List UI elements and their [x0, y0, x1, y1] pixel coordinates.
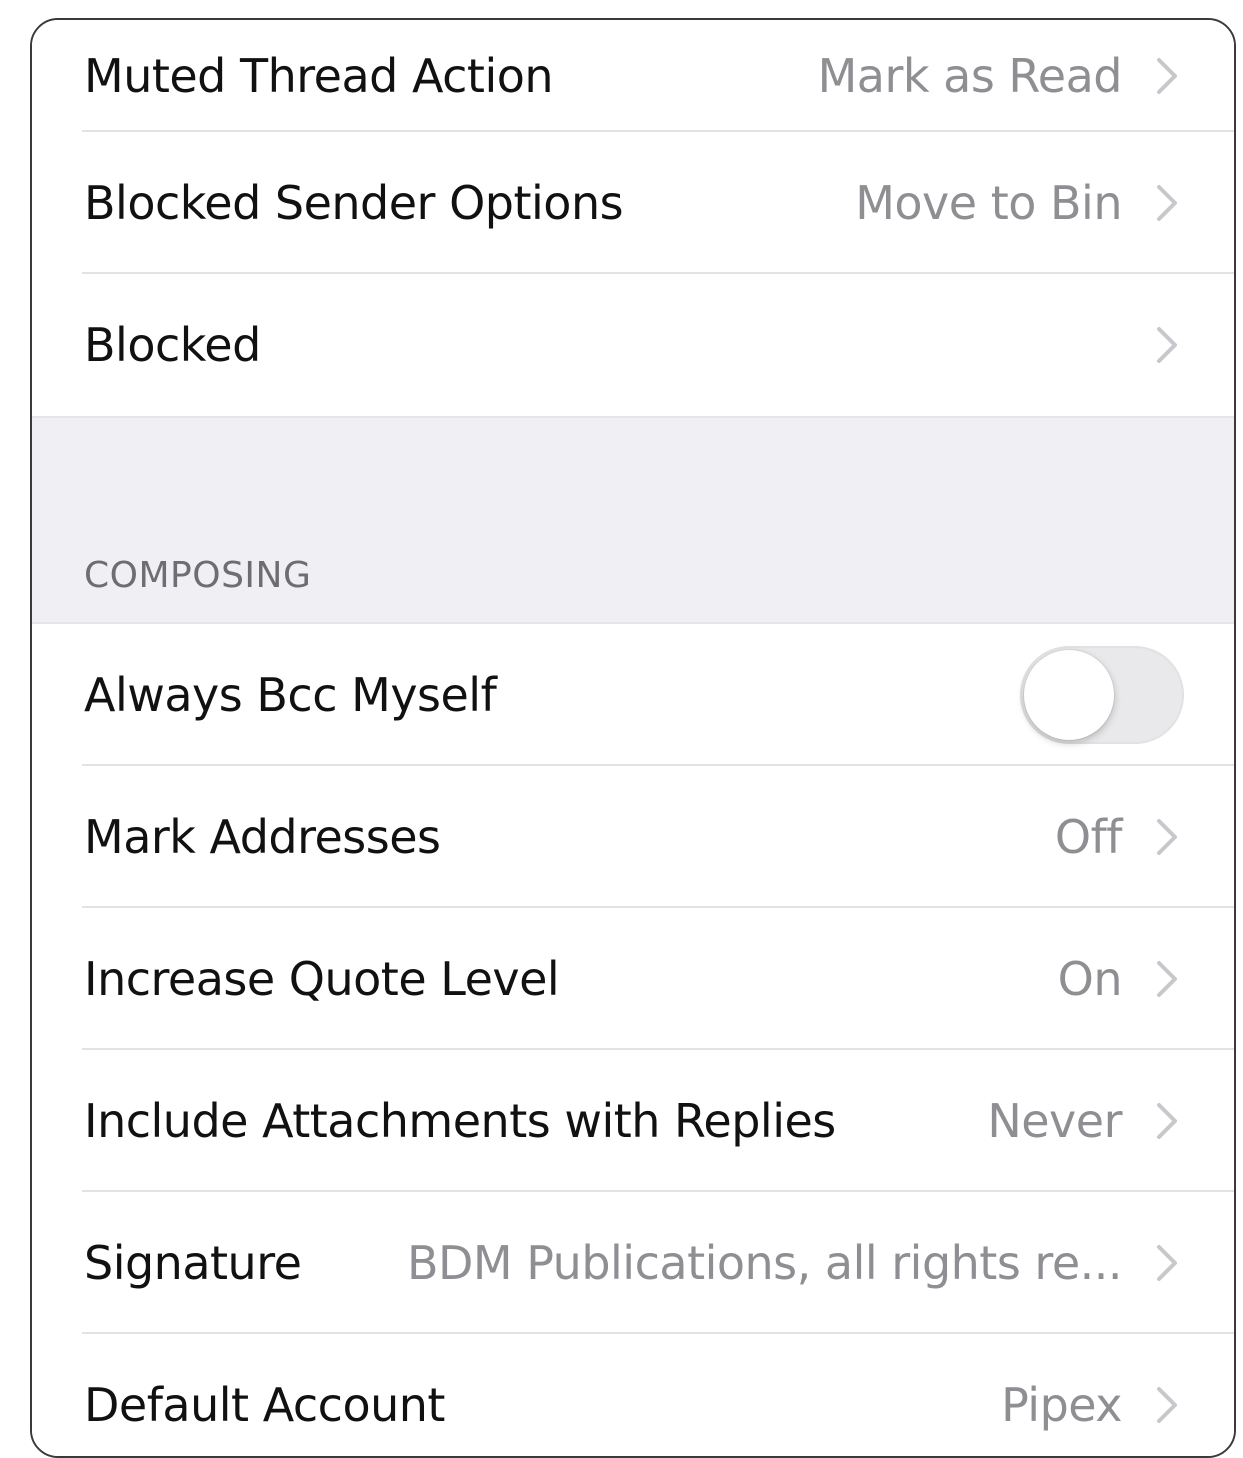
- row-label: Default Account: [84, 1378, 445, 1432]
- chevron-right-icon: [1152, 56, 1182, 96]
- row-label: Always Bcc Myself: [84, 668, 497, 722]
- row-value: BDM Publications, all rights re...: [406, 1236, 1123, 1290]
- chevron-right-icon: [1152, 325, 1182, 365]
- toggle-knob: [1024, 650, 1114, 740]
- row-default-account[interactable]: Default Account Pipex: [32, 1334, 1234, 1456]
- chevron-right-icon: [1152, 959, 1182, 999]
- row-value: Never: [987, 1094, 1122, 1148]
- row-blocked-sender-options[interactable]: Blocked Sender Options Move to Bin: [32, 132, 1234, 274]
- row-value: Off: [1054, 810, 1123, 864]
- section-header: COMPOSING: [84, 555, 312, 596]
- row-signature[interactable]: Signature BDM Publications, all rights r…: [32, 1192, 1234, 1334]
- row-label: Increase Quote Level: [84, 952, 560, 1006]
- row-blocked[interactable]: Blocked: [32, 274, 1234, 416]
- chevron-right-icon: [1152, 817, 1182, 857]
- row-value: Mark as Read: [817, 49, 1123, 103]
- chevron-right-icon: [1152, 1101, 1182, 1141]
- row-value: Pipex: [1001, 1378, 1122, 1432]
- row-label: Muted Thread Action: [84, 49, 554, 103]
- always-bcc-toggle[interactable]: [1020, 646, 1184, 744]
- chevron-right-icon: [1152, 1385, 1182, 1425]
- chevron-right-icon: [1152, 183, 1182, 223]
- section-composing: COMPOSING: [32, 416, 1234, 624]
- row-label: Signature: [84, 1236, 302, 1290]
- row-muted-thread-action[interactable]: Muted Thread Action Mark as Read: [32, 20, 1234, 132]
- row-always-bcc-myself: Always Bcc Myself: [32, 624, 1234, 766]
- row-value: Move to Bin: [855, 176, 1122, 230]
- row-mark-addresses[interactable]: Mark Addresses Off: [32, 766, 1234, 908]
- row-label: Blocked: [84, 318, 261, 372]
- row-label: Mark Addresses: [84, 810, 441, 864]
- row-label: Include Attachments with Replies: [84, 1094, 836, 1148]
- settings-panel: Muted Thread Action Mark as Read Blocked…: [30, 18, 1236, 1458]
- row-include-attachments[interactable]: Include Attachments with Replies Never: [32, 1050, 1234, 1192]
- row-value: On: [1057, 952, 1123, 1006]
- row-increase-quote-level[interactable]: Increase Quote Level On: [32, 908, 1234, 1050]
- chevron-right-icon: [1152, 1243, 1182, 1283]
- row-label: Blocked Sender Options: [84, 176, 624, 230]
